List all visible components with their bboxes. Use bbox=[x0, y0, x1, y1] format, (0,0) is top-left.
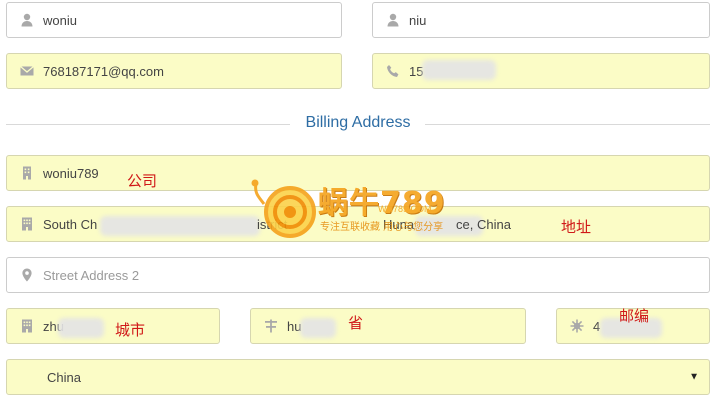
divider-right bbox=[425, 124, 710, 125]
user-icon bbox=[20, 13, 34, 27]
province-field[interactable]: hu bbox=[250, 308, 526, 344]
redaction-blur bbox=[300, 318, 336, 338]
street-address-1-value-hu: Huna bbox=[383, 217, 415, 232]
building-icon bbox=[20, 319, 34, 333]
street-address-1-value-start: South Ch bbox=[43, 216, 98, 232]
map-marker-icon bbox=[20, 268, 34, 282]
divider-left bbox=[6, 124, 290, 125]
street-address-1-value-end: ce, China bbox=[456, 217, 511, 232]
annotation-address: 地址 bbox=[561, 218, 592, 236]
city-field[interactable]: zhu bbox=[6, 308, 220, 344]
billing-address-heading: Billing Address bbox=[305, 114, 411, 131]
annotation-postcode: 邮编 bbox=[619, 307, 650, 325]
annotation-city: 城市 bbox=[115, 321, 146, 339]
building-icon bbox=[20, 166, 34, 180]
first-name-value: woniu bbox=[43, 12, 77, 28]
envelope-icon bbox=[20, 64, 34, 78]
email-field[interactable]: 768187171@qq.com bbox=[6, 53, 342, 89]
redaction-blur bbox=[58, 318, 104, 338]
caret-down-icon[interactable]: ▼ bbox=[689, 372, 699, 383]
phone-icon bbox=[386, 64, 400, 78]
street-address-1-value-mid: istrict bbox=[257, 217, 288, 232]
last-name-value: niu bbox=[409, 12, 427, 28]
first-name-field[interactable]: woniu bbox=[6, 2, 342, 38]
redaction-blur bbox=[422, 60, 496, 80]
user-icon bbox=[386, 13, 400, 27]
company-value: woniu789 bbox=[43, 165, 99, 181]
country-select[interactable]: China ▼ bbox=[6, 359, 710, 395]
company-field[interactable]: woniu789 bbox=[6, 155, 710, 191]
building-icon bbox=[20, 217, 34, 231]
last-name-field[interactable]: niu bbox=[372, 2, 710, 38]
road-sign-icon bbox=[264, 319, 278, 333]
street-address-2-placeholder: Street Address 2 bbox=[43, 267, 140, 283]
asterisk-icon bbox=[570, 319, 584, 333]
country-selected-value: China bbox=[47, 369, 81, 385]
redaction-blur bbox=[100, 216, 260, 236]
street-address-2-field[interactable]: Street Address 2 bbox=[6, 257, 710, 293]
email-value: 768187171@qq.com bbox=[43, 63, 164, 79]
annotation-province: 省 bbox=[348, 314, 364, 332]
annotation-company: 公司 bbox=[127, 172, 158, 190]
